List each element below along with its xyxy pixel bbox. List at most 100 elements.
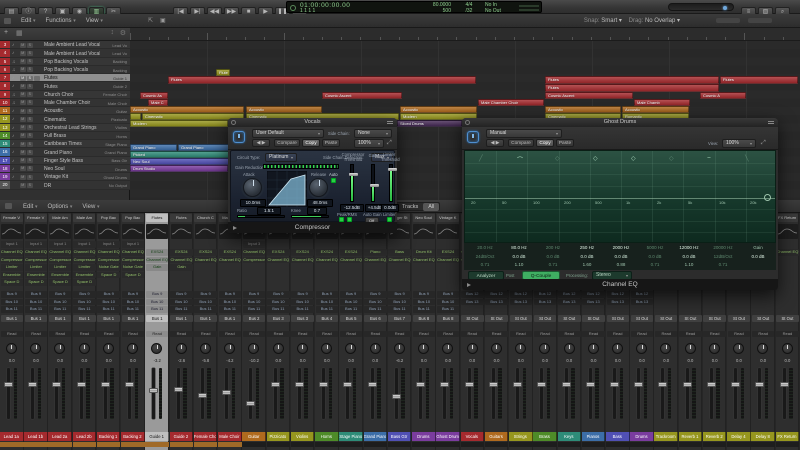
automation-mode-button[interactable]: Read — [388, 331, 411, 337]
strip-label[interactable]: Guitar — [242, 432, 266, 441]
automation-mode-button[interactable]: Read — [194, 331, 217, 337]
input-slot[interactable]: Input 1 — [121, 241, 145, 248]
eq-master-gain-column[interactable]: Gain 0.0 dB — [742, 244, 774, 261]
plugin-slot[interactable]: Channel EQ — [0, 249, 23, 256]
highshelf-band-icon[interactable]: ⌢ — [707, 155, 711, 162]
region[interactable]: Flutes — [545, 76, 719, 84]
automation-mode-button[interactable]: Read — [218, 331, 242, 337]
track-zoom-icon[interactable]: ↕ — [111, 29, 115, 36]
eq-band-column[interactable]: 200 Hz 0.0 dB 0.71 — [536, 244, 570, 270]
send-slot[interactable]: Bus 11 — [315, 306, 339, 313]
send-slot[interactable]: Bus 10 — [242, 298, 266, 305]
band-q[interactable]: 1.10 — [672, 261, 706, 270]
send-slot[interactable]: Bus 10 — [436, 298, 460, 305]
band-frequency[interactable]: 80.0 Hz — [502, 244, 536, 253]
mute-button[interactable]: M — [20, 116, 26, 122]
paste-button[interactable]: Paste — [322, 139, 340, 147]
solo-button[interactable]: S — [27, 50, 33, 56]
send-slot[interactable]: Bus 11 — [145, 306, 169, 313]
master-gain-value[interactable]: 0.0 dB — [742, 253, 774, 262]
plugin-slot[interactable]: EXS24 — [194, 249, 217, 256]
output-slot[interactable]: Bus 1 — [218, 315, 242, 322]
mute-button[interactable]: M — [20, 108, 26, 114]
band-gain[interactable]: 0.0 dB — [536, 253, 570, 262]
pan-knob[interactable] — [224, 343, 236, 354]
band-frequency[interactable]: 250 Hz — [570, 244, 604, 253]
add-track-button[interactable]: + — [4, 29, 8, 36]
output-slot[interactable]: Bus 4 — [315, 315, 339, 322]
fader-cap[interactable] — [513, 382, 523, 387]
view-dropdown[interactable]: 100% ▾ — [722, 139, 756, 148]
plugin-slot[interactable]: Channel EQ — [242, 249, 266, 256]
mute-button[interactable]: M — [20, 125, 26, 131]
plugin-slot[interactable]: Bass — [388, 249, 411, 256]
output-slot[interactable]: Bus 2 — [242, 315, 266, 322]
preset-dropdown[interactable]: User Default ▾ — [252, 129, 324, 138]
fader-cap[interactable] — [634, 382, 644, 387]
eq-thumbnail-button[interactable] — [194, 224, 217, 239]
send-slot[interactable]: Bus 10 — [218, 298, 242, 305]
track-row[interactable]: 11 ♪ M S Acoustic Guitar — [0, 107, 130, 116]
plugin-slot[interactable]: Compressor — [0, 256, 23, 263]
solo-button[interactable]: S — [27, 42, 33, 48]
track-row[interactable]: 3 ♪ M S Male Ambient Lead Vocal Lead Vo — [0, 41, 130, 50]
bar-ruler[interactable] — [130, 28, 800, 41]
fader-cap[interactable] — [4, 382, 13, 387]
fader[interactable] — [24, 366, 48, 421]
fader[interactable] — [242, 366, 266, 421]
band-frequency[interactable]: 12000 Hz — [672, 244, 706, 253]
solo-button[interactable]: S — [27, 92, 33, 98]
fader[interactable] — [97, 366, 121, 421]
send-slot[interactable]: Bus 12 — [485, 291, 508, 298]
fader-cap[interactable] — [682, 382, 692, 387]
send-slot[interactable]: Bus 9 — [145, 291, 169, 298]
limiter-button[interactable] — [387, 217, 392, 222]
plugin-slot[interactable]: Ensemble — [73, 271, 96, 278]
region[interactable]: Picked — [130, 151, 244, 158]
preset-dropdown[interactable]: Manual ▾ — [486, 129, 562, 138]
pan-knob[interactable] — [708, 343, 720, 354]
solo-button[interactable]: S — [27, 83, 33, 89]
channel-strip[interactable]: Flutes EXS24 Channel EQ Gain Bus 9 Bus 10 Bus … — [169, 213, 194, 450]
strip-label[interactable]: Drums — [630, 432, 654, 441]
send-slot[interactable]: Bus 12 — [533, 291, 557, 298]
side-chain-dropdown[interactable]: None ▾ — [354, 129, 392, 138]
band-q[interactable]: 0.88 — [604, 261, 638, 270]
send-slot[interactable]: Bus 10 — [388, 298, 411, 305]
mute-button[interactable]: M — [20, 83, 26, 89]
pan-knob[interactable] — [127, 343, 139, 354]
prev-next-preset-buttons[interactable]: ◀ ▶ — [486, 139, 504, 147]
pan-knob[interactable] — [199, 343, 211, 354]
fader[interactable] — [654, 366, 678, 421]
fader[interactable] — [509, 366, 533, 421]
menu-edit[interactable]: Edit ▾ — [21, 14, 36, 28]
region[interactable]: Sliced Drums — [397, 120, 462, 127]
limiter-threshold-value[interactable]: 0.0dB — [381, 204, 399, 212]
output-slot[interactable]: Bus 1 — [48, 315, 72, 322]
fader-cap[interactable] — [149, 388, 159, 394]
bell-band-icon[interactable]: ◇ — [593, 155, 598, 162]
plugin-slot[interactable]: Channel EQ — [776, 249, 799, 256]
pan-knob[interactable] — [757, 343, 769, 354]
plugin-slot[interactable]: Channel EQ — [267, 256, 290, 263]
strip-label[interactable]: Guitars — [484, 432, 509, 441]
eq-band-column[interactable]: 2000 Hz 0.0 dB 0.88 — [604, 244, 638, 270]
plugin-slot[interactable]: Compressor — [24, 256, 48, 263]
send-slot[interactable]: Bus 13 — [558, 298, 581, 305]
pan-knob[interactable] — [296, 343, 308, 354]
fader-cap[interactable] — [100, 382, 110, 387]
send-slot[interactable]: Bus 9 — [194, 291, 217, 298]
eq-thumbnail-button[interactable] — [170, 224, 193, 239]
send-slot[interactable]: Bus 13 — [582, 298, 605, 305]
strip-label[interactable]: FX Return — [775, 432, 800, 441]
region[interactable]: Cosmic Ascent — [545, 92, 633, 99]
mute-button[interactable]: M — [20, 67, 26, 73]
solo-button[interactable]: S — [27, 158, 33, 164]
pan-knob[interactable] — [248, 343, 260, 354]
automation-mode-button[interactable]: Read — [436, 331, 460, 337]
fader[interactable] — [558, 366, 582, 421]
plugin-slot[interactable]: Limiter — [73, 264, 96, 271]
pan-knob[interactable] — [733, 343, 745, 354]
pan-knob[interactable] — [587, 343, 599, 354]
automation-mode-button[interactable]: Read — [679, 331, 702, 337]
